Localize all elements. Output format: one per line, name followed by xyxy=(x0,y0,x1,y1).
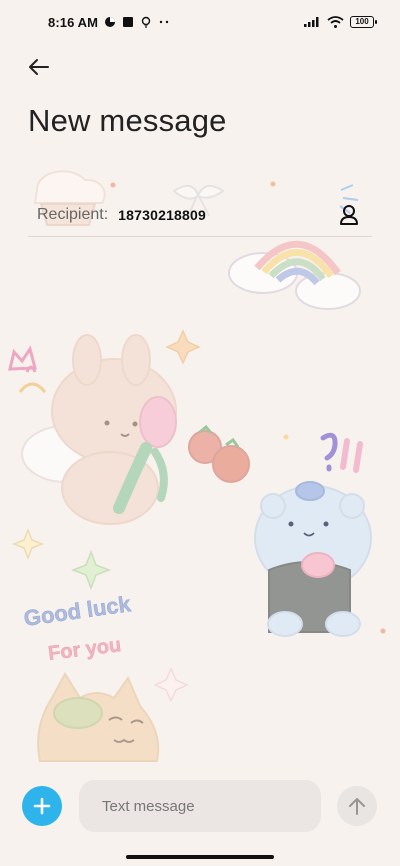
add-attachment-button[interactable] xyxy=(22,786,62,826)
wifi-icon xyxy=(327,15,344,28)
recipient-label: Recipient: xyxy=(37,206,109,223)
message-composer: Text message xyxy=(0,779,400,835)
status-bar: 8:16 AM 100 xyxy=(0,0,400,44)
status-time: 8:16 AM xyxy=(48,14,99,30)
status-dots-icon xyxy=(159,20,169,24)
send-arrow-icon xyxy=(349,798,365,815)
page-title: New message xyxy=(28,103,227,138)
cellular-signal-icon xyxy=(304,17,319,27)
plus-icon xyxy=(33,797,51,815)
status-bulb-icon xyxy=(141,16,151,28)
status-left-group: 8:16 AM xyxy=(48,15,170,30)
status-circle-icon xyxy=(105,17,116,27)
status-right-group: 100 xyxy=(303,15,377,29)
back-button[interactable] xyxy=(22,52,56,82)
recipient-row[interactable]: Recipient: 18730218809 xyxy=(28,194,372,237)
recipient-number[interactable]: 18730218809 xyxy=(118,207,206,223)
contact-picker-button[interactable] xyxy=(336,202,362,228)
back-arrow-icon xyxy=(29,59,49,75)
message-input[interactable]: Text message xyxy=(79,780,321,832)
status-square-icon xyxy=(123,17,134,27)
contact-person-icon xyxy=(340,205,358,225)
home-indicator[interactable] xyxy=(126,855,274,859)
battery-icon: 100 xyxy=(350,16,377,28)
send-button[interactable] xyxy=(337,786,377,826)
battery-level: 100 xyxy=(355,17,369,26)
message-input-placeholder: Text message xyxy=(102,797,195,815)
